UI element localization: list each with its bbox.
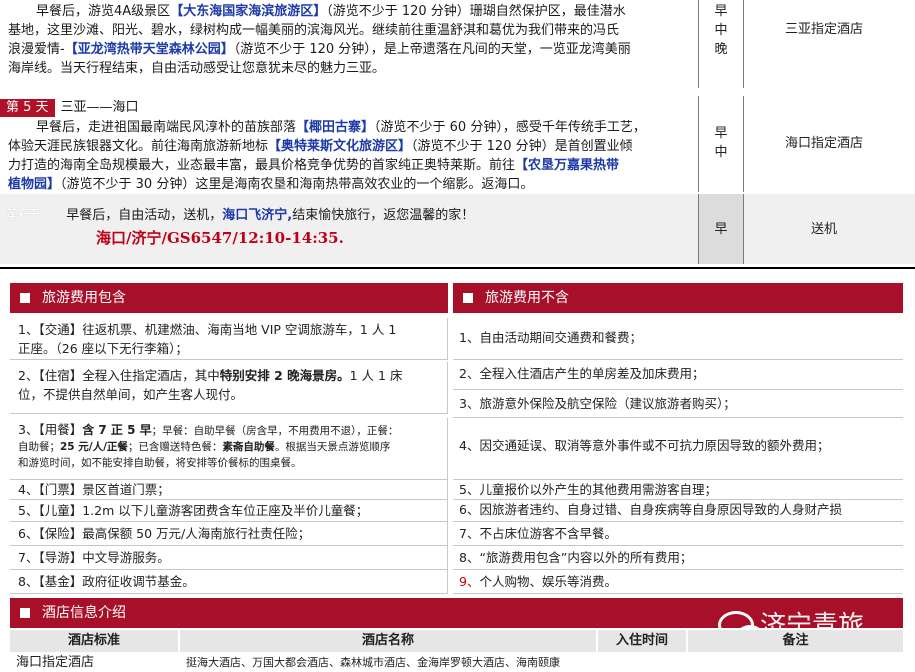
excluded-item-4: 4、因交通延误、取消等意外事件或不可抗力原因导致的额外费用； [453,418,903,480]
spot-yetian: 【椰田古寨】 [296,120,375,135]
included-text: 自助餐； [18,441,60,453]
meal-breakfast: 早 [714,126,728,141]
included-item-5: 5、【儿童】1.2m 以下儿童游客团费含车位正座及半价儿童餐； [10,500,448,522]
meal-breakfast: 早 [714,4,728,19]
hotel-col-standard: 酒店标准 [10,630,178,652]
included-text: 1、【交通】往返机票、机建燃油、海南当地 VIP 空调旅游车，1 人 1 [18,322,397,337]
included-item-1: 1、【交通】往返机票、机建燃油、海南当地 VIP 空调旅游车，1 人 1 正座。… [10,318,448,360]
day4-text: 浪漫爱情- [8,42,65,57]
day5-text: 体验天涯民族银器文化。前往海南旅游新地标 [8,139,269,154]
day6-text: 结束愉快旅行，返您温馨的家！ [292,208,475,223]
included-title: 旅游费用包含 [42,290,126,306]
spot-dadonghai: 【大东海国家海滨旅游区】 [170,4,327,19]
included-text: ；已含赠送特色餐： [127,441,223,453]
hotel-info-title: 酒店信息介绍 [42,605,126,621]
included-bold: 25 元/人/正餐 [60,441,128,453]
day4-text: 海岸线。当天行程结束，自由活动感受让您意犹未尽的魅力三亚。 [8,61,386,76]
day5-badge: 第 5 天 [0,99,55,117]
day4-text: 基地，这里沙滩、阳光、碧水，绿树构成一幅美丽的滨海风光。继续前往重温舒淇和葛优为… [8,23,620,38]
day6-meals: 早 [698,194,744,264]
excluded-item-1: 1、自由活动期间交通费和餐费； [453,318,903,360]
excluded-item-3: 3、旅游意外保险及航空保险（建议旅游者购买）； [453,392,903,418]
day5-text: （游览不少于 120 分钟）是首创置业倾 [411,139,633,154]
day4-row: 早餐后，游览4A级景区【大东海国家海滨旅游区】（游览不少于 120 分钟）珊瑚自… [0,0,915,88]
day6-hotel: 送机 [810,222,837,237]
hotel-row-standard: 海口指定酒店 [16,655,95,670]
meal-breakfast: 早 [714,222,728,237]
excluded-text: 个人购物、娱乐等消费。 [479,574,617,589]
included-bold: 含 7 正 5 早 [82,423,152,437]
included-text: 正座。（26 座以下无行李箱）； [18,341,188,356]
excluded-item-2: 2、全程入住酒店产生的单房差及加床费用； [453,362,903,390]
day6-flight-route: 海口飞济宁, [222,208,293,223]
included-header: 旅游费用包含 [10,283,448,313]
day5-meals: 早 中 [698,96,744,192]
day6-badge: 第6天 [6,208,41,223]
included-text: 位，不提供自然单间，如产生客人现付。 [18,387,244,402]
included-text: 3、【用餐】 [18,422,83,437]
included-item-8: 8、【基金】政府征收调节基金。 [10,570,448,594]
hotel-col-checkin: 入住时间 [598,630,686,652]
square-icon [20,608,30,618]
day5-text: （游览不少于 60 分钟），感受千年传统手工艺， [374,120,646,135]
included-text: 2、【住宿】全程入住指定酒店，其中 [18,368,220,383]
day4-meals: 早 中 晚 [698,0,744,88]
excluded-header: 旅游费用不含 [453,283,903,313]
day5-route: 三亚——海口 [60,100,139,115]
hotel-col-name: 酒店名称 [180,630,596,652]
day5-row: 第 5 天三亚——海口 早餐后，走进祖国最南端民风淳朴的苗族部落【椰田古寨】（游… [0,96,915,192]
included-text: 和游览时间，如不能安排自助餐，将安排等价餐标的围桌餐。 [18,457,302,469]
included-text: ；早餐：自助早餐（房含早，不用费用不退），正餐： [151,425,399,437]
day6-flight: 海口/济宁/GS6547/12:10-14:35. [96,229,344,247]
spot-yalongwan: 【亚龙湾热带天堂森林公园】 [64,42,234,57]
hotel-row-name: 挺海大酒店、万国大都会酒店、森林城市酒店、金海岸罗顿大酒店、海南颐康 [186,656,560,669]
divider [0,267,915,269]
excluded-item-6: 6、因旅游者违约、自身过错、自身疾病等自身原因导致的人身财产损 [453,500,903,522]
included-text: 1 人 1 床 [349,368,403,383]
meal-lunch: 中 [714,145,728,160]
included-item-4: 4、【门票】景区首道门票； [10,480,448,500]
day5-text: 早餐后，走进祖国最南端民风淳朴的苗族部落 [36,120,297,135]
square-icon [20,293,30,303]
spot-wanjiaguo: 【农垦万嘉果热带 [515,158,620,173]
excluded-item-5: 5、儿童报价以外产生的其他费用需游客自理； [453,480,903,500]
spot-outlets: 【奥特莱斯文化旅游区】 [268,139,412,154]
square-icon [463,293,473,303]
included-item-6: 6、【保险】最高保额 50 万元/人海南旅行社责任险； [10,522,448,546]
included-item-7: 7、【导游】中文导游服务。 [10,546,448,570]
excluded-title: 旅游费用不含 [485,290,569,306]
included-bold: 特别安排 2 晚海景房。 [219,368,350,383]
included-bold: 素斋自助餐 [222,441,275,453]
meal-lunch: 中 [714,23,728,38]
day6-text: 早餐后，自由活动，送机， [66,208,223,223]
day4-text: （游览不少于 120 分钟）珊瑚自然保护区，最佳潜水 [326,4,626,19]
day6-description: 第6天 早餐后，自由活动，送机，海口飞济宁,结束愉快旅行，返您温馨的家！ 海口/济… [0,206,698,248]
excluded-item-9-number: 9、 [459,574,480,589]
excluded-item-7: 7、不占床位游客不含早餐。 [453,522,903,546]
day4-level: 4A级景区 [114,4,171,19]
excluded-item-9: 9、个人购物、娱乐等消费。 [453,570,903,594]
hotel-col-note: 备注 [688,630,903,652]
day4-description: 早餐后，游览4A级景区【大东海国家海滨旅游区】（游览不少于 120 分钟）珊瑚自… [0,2,698,78]
included-item-3: 3、【用餐】含 7 正 5 早；早餐：自助早餐（房含早，不用费用不退），正餐： … [10,418,448,480]
included-item-2: 2、【住宿】全程入住指定酒店，其中特别安排 2 晚海景房。1 人 1 床 位，不… [10,362,448,414]
meal-dinner: 晚 [714,42,728,57]
day5-description: 第 5 天三亚——海口 早餐后，走进祖国最南端民风淳朴的苗族部落【椰田古寨】（游… [0,98,698,194]
spot-wanjiaguo-cont: 植物园】 [8,177,61,192]
day4-text: （游览不少于 120 分钟），是上帝遗落在凡间的天堂，一览亚龙湾美丽 [233,42,631,57]
day5-text: 力打造的海南全岛规模最大，业态最丰富，最具价格竞争优势的首家纯正奥特莱斯。前往 [8,158,516,173]
day6-row: 第6天 早餐后，自由活动，送机，海口飞济宁,结束愉快旅行，返您温馨的家！ 海口/济… [0,194,915,264]
excluded-item-8: 8、“旅游费用包含”内容以外的所有费用； [453,546,903,570]
day4-hotel: 三亚指定酒店 [784,22,863,37]
day5-hotel: 海口指定酒店 [784,136,863,151]
day5-text: （游览不少于 30 分钟）这里是海南农垦和海南热带高效农业的一个缩影。返海口。 [60,177,534,192]
day4-text: 早餐后，游览 [36,4,115,19]
included-text: 。根据当天景点游览顺序 [274,441,391,453]
